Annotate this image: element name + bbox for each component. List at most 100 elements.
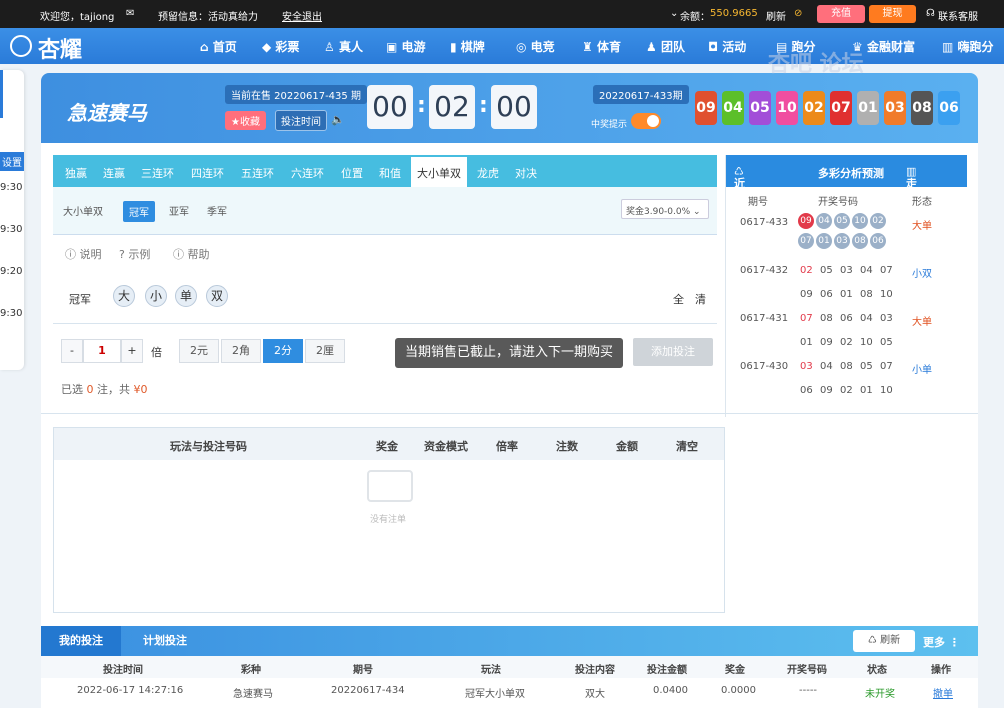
countdown-seconds: 00 <box>491 85 537 129</box>
history-refresh-button[interactable]: ♺ 刷新 <box>853 630 915 652</box>
nav-activity[interactable]: ◘ 活动 <box>708 38 746 55</box>
play-tabs: 独赢 连赢 三连环 四连环 五连环 六连环 位置 和值 大小单双 龙虎 对决 <box>53 155 717 187</box>
draw-number: 04 <box>860 265 873 276</box>
draw-number: 01 <box>816 233 832 249</box>
hcol: 操作 <box>931 665 951 676</box>
side-time: 9:30 <box>0 308 23 319</box>
deposit-button[interactable]: 充值 <box>817 5 865 23</box>
hcol: 期号 <box>353 665 373 676</box>
nav-team[interactable]: ♟ 团队 <box>646 38 685 55</box>
refresh-link[interactable]: 刷新 <box>766 8 786 23</box>
speaker-icon[interactable]: 🔈 <box>331 113 345 126</box>
unit-li[interactable]: 2厘 <box>305 339 345 363</box>
settings-label[interactable]: 设置 <box>0 152 24 171</box>
tab-wulianhuan[interactable]: 五连环 <box>241 165 274 181</box>
draw-number: 03 <box>834 233 850 249</box>
multiplier-input[interactable]: 1 <box>83 339 121 363</box>
tab-my-bets[interactable]: 我的投注 <box>41 626 121 656</box>
tab-duel[interactable]: 对决 <box>515 165 537 181</box>
side-time: 9:30 <box>0 182 23 193</box>
nav-slots[interactable]: ▣ 电游 <box>386 38 426 55</box>
nav-lottery[interactable]: ◆ 彩票 <box>262 38 299 55</box>
draw-number: 09 <box>798 213 814 229</box>
support-link[interactable]: 联系客服 <box>938 8 978 23</box>
tab-trend[interactable]: 走势图 ▥ <box>906 165 917 222</box>
draw-form: 小双 <box>912 269 932 280</box>
tab-big-small[interactable]: 大小单双 <box>411 157 467 187</box>
tab-position[interactable]: 位置 <box>341 165 363 181</box>
top-bar: 欢迎您，tajiong ✉ 预留信息：活动真给力 安全退出 ⌄ 余额： 550.… <box>0 0 1004 28</box>
draw-number: 10 <box>880 385 893 396</box>
collect-button[interactable]: ★收藏 <box>225 111 266 130</box>
nav-live[interactable]: ♙ 真人 <box>324 38 363 55</box>
chevron-down-icon[interactable]: ⌄ <box>670 8 678 19</box>
bet-slip-table: 玩法与投注号码 奖金 资金模式 倍率 注数 金额 清空 没有注单 <box>53 427 725 613</box>
subtab-champion[interactable]: 冠军 <box>123 201 155 222</box>
table-row: 2022-06-17 14:27:16 急速赛马 20220617-434 冠军… <box>77 685 953 700</box>
help-example[interactable]: ? 示例 <box>119 246 150 262</box>
subtab-third[interactable]: 季军 <box>207 203 227 218</box>
result-ball: 04 <box>722 91 744 125</box>
pick-big[interactable]: 大 <box>113 285 135 307</box>
plus-button[interactable]: + <box>121 339 143 363</box>
tab-duying[interactable]: 独赢 <box>65 165 87 181</box>
tab-liulianhuan[interactable]: 六连环 <box>291 165 324 181</box>
headset-icon[interactable]: ☊ <box>926 8 935 19</box>
nav-esports[interactable]: ◎ 电竞 <box>516 38 555 55</box>
notice-text: 预留信息：活动真给力 <box>158 12 258 23</box>
eye-off-icon[interactable]: ⊘ <box>794 8 802 19</box>
mail-icon[interactable]: ✉ <box>126 8 134 19</box>
col-clear[interactable]: 清空 <box>676 438 698 454</box>
nav-sports[interactable]: ♜ 体育 <box>582 38 621 55</box>
select-all[interactable]: 全 <box>673 291 684 307</box>
win-notice-toggle[interactable] <box>631 113 661 129</box>
subtab-runner-up[interactable]: 亚军 <box>169 203 189 218</box>
minus-button[interactable]: - <box>61 339 83 363</box>
countdown-hours: 00 <box>367 85 413 129</box>
withdraw-button[interactable]: 提现 <box>869 5 916 23</box>
col-form: 形态 <box>912 197 932 208</box>
tab-plan-bets[interactable]: 计划投注 <box>125 626 205 656</box>
tab-dragon-tiger[interactable]: 龙虎 <box>477 165 499 181</box>
chevron-down-icon: ⌄ <box>693 207 701 217</box>
list-item: 0617-431 07 08 06 04 03 01 09 02 10 05 大单 <box>726 307 967 355</box>
draw-number: 04 <box>820 361 833 372</box>
logout-link[interactable]: 安全退出 <box>282 8 322 23</box>
empty-inbox-icon <box>367 470 413 502</box>
nav-home[interactable]: ⌂ 首页 <box>200 38 237 55</box>
draw-number: 02 <box>870 213 886 229</box>
brand-logo[interactable]: 杏耀 <box>38 32 82 64</box>
draw-form: 小单 <box>912 365 932 376</box>
help-explain[interactable]: ⓘ 说明 <box>65 246 102 262</box>
tab-sanlianhuan[interactable]: 三连环 <box>141 165 174 181</box>
tab-sum[interactable]: 和值 <box>379 165 401 181</box>
unit-jiao[interactable]: 2角 <box>221 339 261 363</box>
col-issue: 期号 <box>748 197 768 208</box>
draw-number: 01 <box>860 385 873 396</box>
pick-small[interactable]: 小 <box>145 285 167 307</box>
tab-analysis[interactable]: 多彩分析预测 <box>818 165 884 181</box>
bet-time-button[interactable]: 投注时间 <box>275 110 327 131</box>
list-item: 0617-432 02 05 03 04 07 09 06 01 08 10 小双 <box>726 259 967 307</box>
tab-silianhuan[interactable]: 四连环 <box>191 165 224 181</box>
help-help[interactable]: ⓘ 帮助 <box>173 246 210 262</box>
nav-cards[interactable]: ▮ 棋牌 <box>450 38 485 55</box>
odds-select[interactable]: 奖金3.90-0.0% ⌄ <box>621 199 709 219</box>
draw-number: 09 <box>800 289 813 300</box>
more-link[interactable]: 更多 ⋮ <box>923 634 960 650</box>
draw-number: 04 <box>860 313 873 324</box>
current-issue: 当前在售 20220617-435 期 <box>225 85 367 104</box>
add-bet-button[interactable]: 添加投注 <box>633 338 713 366</box>
pick-even[interactable]: 双 <box>206 285 228 307</box>
welcome-text: 欢迎您，tajiong <box>40 12 115 23</box>
draw-number: 06 <box>820 289 833 300</box>
tab-lianying[interactable]: 连赢 <box>103 165 125 181</box>
draw-number: 02 <box>800 265 813 276</box>
pick-odd[interactable]: 单 <box>175 285 197 307</box>
unit-yuan[interactable]: 2元 <box>179 339 219 363</box>
unit-fen[interactable]: 2分 <box>263 339 303 363</box>
cancel-bet-link[interactable]: 撤单 <box>933 685 953 700</box>
tab-recent[interactable]: 近期开奖 ♺ <box>734 165 745 238</box>
clear-selection[interactable]: 清 <box>695 291 706 307</box>
draw-number: 07 <box>880 361 893 372</box>
